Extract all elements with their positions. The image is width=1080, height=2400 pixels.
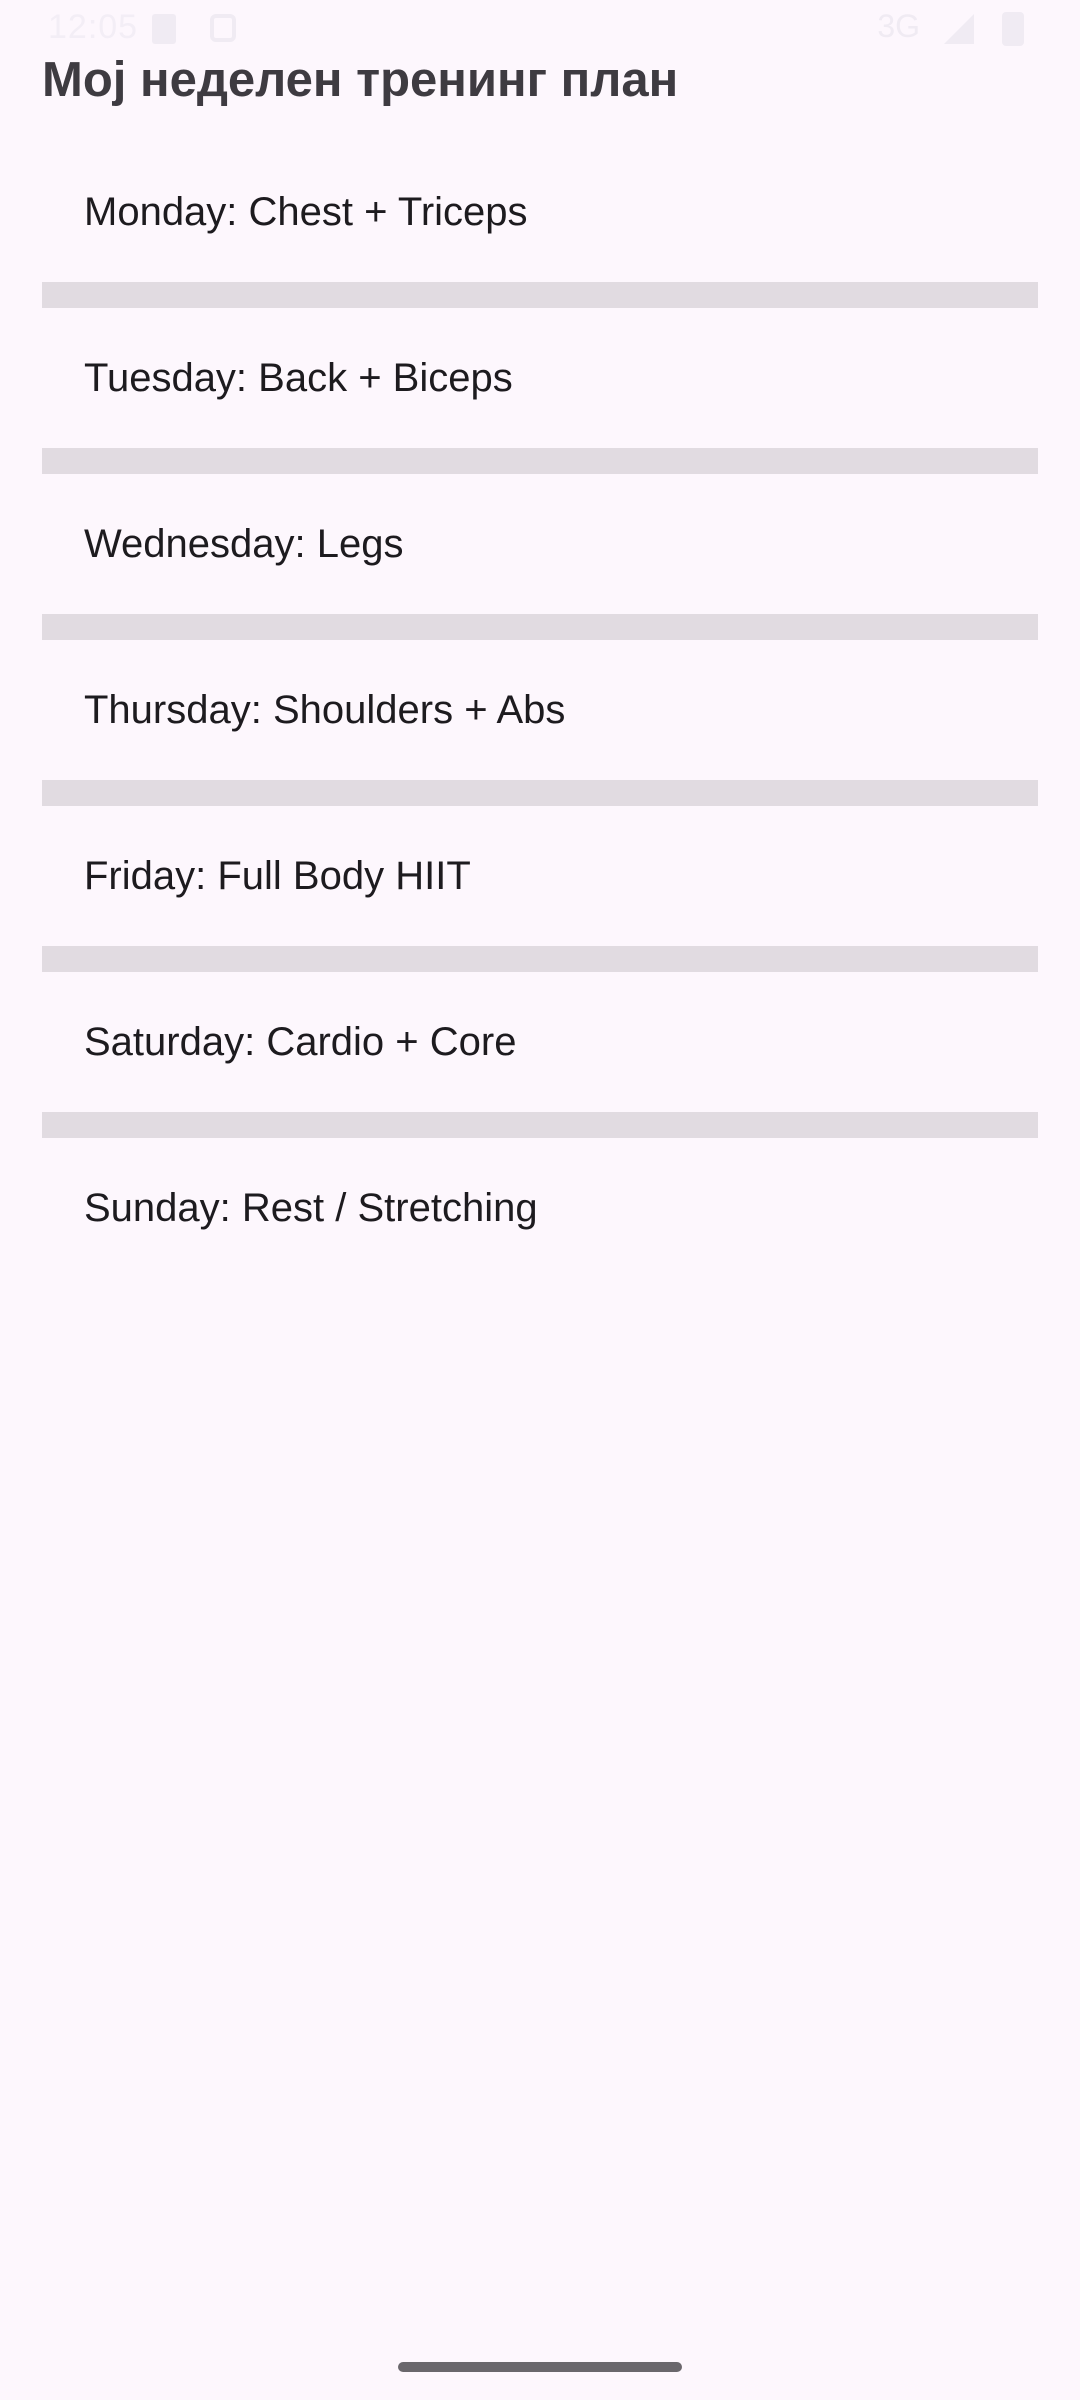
list-divider — [42, 282, 1038, 308]
list-divider — [42, 946, 1038, 972]
sim-card-icon — [152, 14, 176, 44]
signal-icon — [944, 14, 974, 44]
lock-icon — [210, 14, 236, 42]
list-item-friday[interactable]: Friday: Full Body HIIT — [42, 806, 1038, 946]
list-item-wednesday[interactable]: Wednesday: Legs — [42, 474, 1038, 614]
training-plan-list: Monday: Chest + Triceps Tuesday: Back + … — [42, 142, 1038, 1278]
list-item-saturday[interactable]: Saturday: Cardio + Core — [42, 972, 1038, 1112]
list-divider — [42, 614, 1038, 640]
screen: 12:05 3G Мој неделен тренинг план Monday… — [0, 0, 1080, 2400]
list-divider — [42, 1112, 1038, 1138]
list-item-monday[interactable]: Monday: Chest + Triceps — [42, 142, 1038, 282]
list-divider — [42, 448, 1038, 474]
battery-icon — [1002, 12, 1024, 46]
list-item-thursday[interactable]: Thursday: Shoulders + Abs — [42, 640, 1038, 780]
list-divider — [42, 780, 1038, 806]
status-time: 12:05 — [48, 8, 139, 46]
network-type-label: 3G — [877, 8, 920, 44]
list-item-tuesday[interactable]: Tuesday: Back + Biceps — [42, 308, 1038, 448]
list-item-sunday[interactable]: Sunday: Rest / Stretching — [42, 1138, 1038, 1278]
gesture-navigation-bar[interactable] — [398, 2362, 682, 2372]
page-title: Мој неделен тренинг план — [42, 53, 679, 107]
